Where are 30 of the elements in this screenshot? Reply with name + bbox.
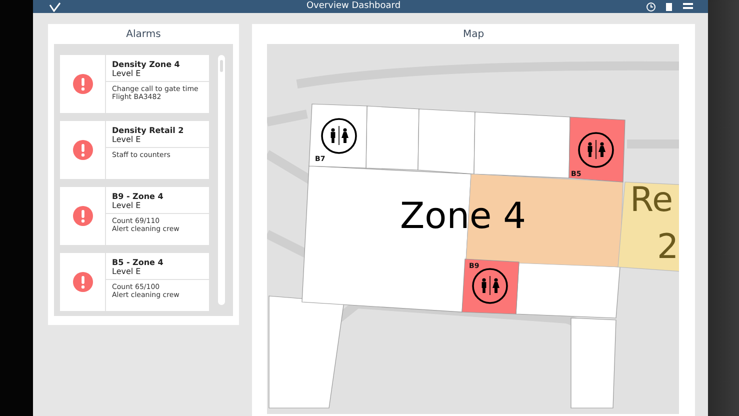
- area-label: Zone 4: [400, 196, 526, 237]
- area-label: Re: [630, 180, 674, 220]
- restroom[interactable]: [308, 104, 368, 168]
- restroom-icon: [472, 268, 508, 304]
- restroom-icon: [578, 132, 614, 168]
- alert-icon: [72, 272, 92, 292]
- road: [627, 140, 679, 148]
- panel-title: Map: [462, 28, 484, 42]
- clock-icon[interactable]: [646, 2, 656, 12]
- window-title: Overview Dashboard: [305, 0, 402, 13]
- room: [366, 106, 420, 170]
- alert-icon: [72, 206, 92, 226]
- scrollbar[interactable]: [218, 55, 225, 305]
- area-label: 2: [657, 227, 679, 267]
- alarm-title: Density Retail 2: [112, 126, 185, 135]
- menu-icon[interactable]: [682, 2, 694, 12]
- alarm-title: B9 - Zone 4: [112, 192, 164, 201]
- road: [267, 110, 308, 126]
- restroom-icon: [321, 118, 357, 154]
- alarm-level: Level E: [112, 135, 142, 144]
- alarm-title: B5 - Zone 4: [112, 258, 164, 267]
- alert-icon: [72, 74, 92, 94]
- logo-icon: [49, 2, 61, 12]
- alert-icon: [72, 140, 92, 160]
- document-icon[interactable]: [664, 2, 674, 12]
- panel-title: Alarms: [126, 28, 161, 42]
- alarm-level: Level E: [112, 267, 142, 276]
- alarm-title: Density Zone 4: [112, 60, 181, 69]
- alarm-level: Level E: [112, 69, 142, 78]
- alarm-level: Level E: [112, 201, 142, 210]
